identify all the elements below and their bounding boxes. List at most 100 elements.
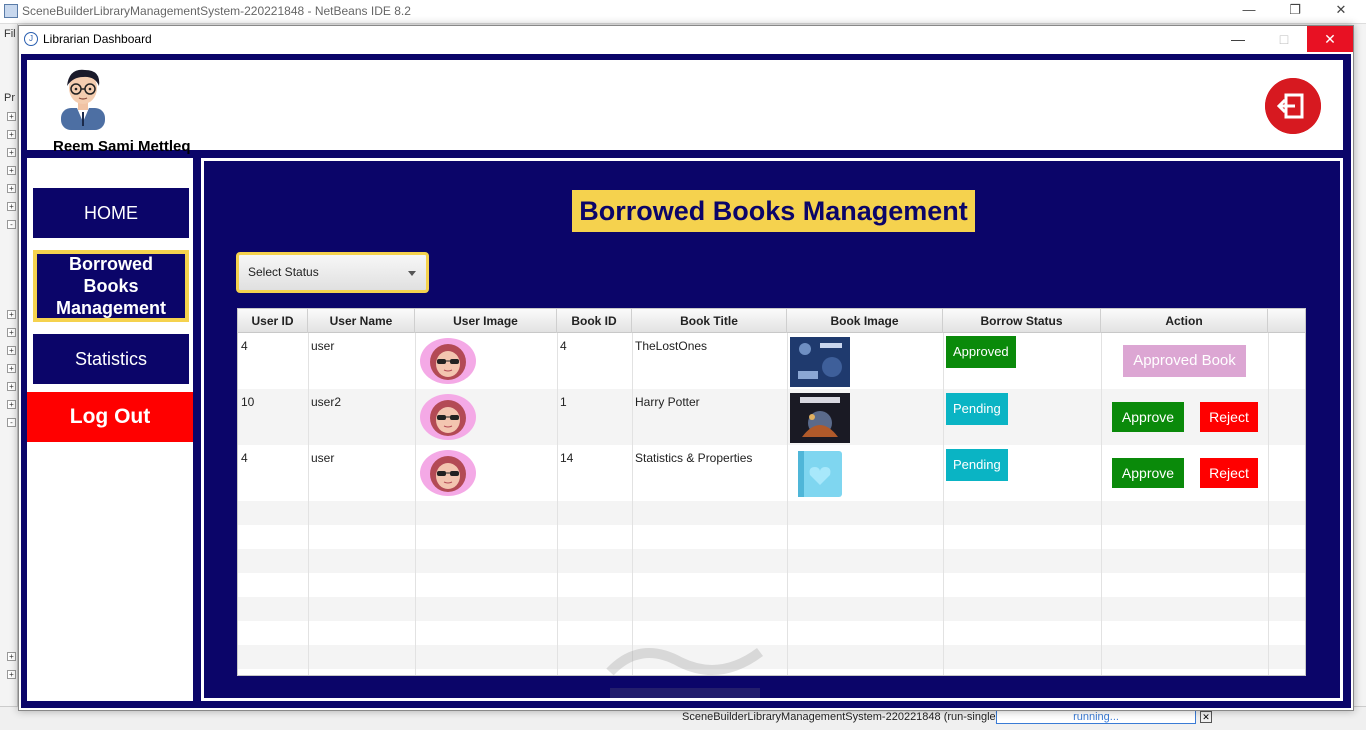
- window-minimize-icon[interactable]: —: [1215, 26, 1261, 52]
- ide-progress-cancel-icon[interactable]: ✕: [1200, 711, 1212, 723]
- ide-progress-bar: running...: [996, 710, 1196, 724]
- nav-statistics-button[interactable]: Statistics: [33, 334, 189, 384]
- ide-projects-tab[interactable]: Pr: [4, 92, 15, 104]
- cell-book-id: 4: [560, 339, 567, 353]
- book-cover-image: [796, 449, 844, 499]
- column-header-user-image[interactable]: User Image: [415, 309, 557, 333]
- tree-expand-icon[interactable]: +: [7, 652, 16, 661]
- empty-row: [238, 549, 1305, 573]
- column-header-book-title[interactable]: Book Title: [632, 309, 787, 333]
- status-badge: Pending: [946, 449, 1008, 481]
- reject-button[interactable]: Reject: [1200, 458, 1258, 488]
- tree-expand-icon[interactable]: +: [7, 130, 16, 139]
- empty-row: [238, 501, 1305, 525]
- tree-expand-icon[interactable]: +: [7, 364, 16, 373]
- page-title: Borrowed Books Management: [572, 190, 975, 232]
- borrowed-books-table: User ID User Name User Image Book ID Boo…: [237, 308, 1306, 676]
- nav-borrowed-books-button[interactable]: Borrowed Books Management: [33, 250, 189, 322]
- column-divider: [415, 333, 416, 675]
- user-name: Reem Sami Mettleq: [53, 138, 191, 155]
- status-select[interactable]: Select Status: [236, 252, 429, 293]
- header-bar: Reem Sami Mettleq: [27, 60, 1343, 155]
- cell-user-id: 4: [241, 451, 248, 465]
- tree-expand-icon[interactable]: +: [7, 400, 16, 409]
- tree-expand-icon[interactable]: +: [7, 328, 16, 337]
- ide-titlebar: SceneBuilderLibraryManagementSystem-2202…: [0, 0, 1366, 24]
- column-header-book-image[interactable]: Book Image: [787, 309, 943, 333]
- column-divider: [943, 333, 944, 675]
- reject-button[interactable]: Reject: [1200, 402, 1258, 432]
- book-cover-image: [790, 337, 850, 387]
- column-header-action[interactable]: Action: [1101, 309, 1268, 333]
- empty-row: [238, 645, 1305, 669]
- status-badge: Approved: [946, 336, 1016, 368]
- table-row[interactable]: 10 user2 1 Harry Potter Pending Approve …: [238, 389, 1305, 445]
- column-divider: [1268, 333, 1269, 675]
- avatar-icon: [61, 69, 105, 130]
- netbeans-icon: [4, 4, 18, 18]
- cell-book-id: 1: [560, 395, 567, 409]
- nav-home-button[interactable]: HOME: [33, 188, 189, 238]
- cell-user-name: user: [311, 339, 335, 353]
- exit-icon[interactable]: [1265, 78, 1321, 134]
- tree-expand-icon[interactable]: +: [7, 310, 16, 319]
- approve-button[interactable]: Approve: [1112, 402, 1184, 432]
- tree-collapse-icon[interactable]: -: [7, 220, 16, 229]
- tree-expand-icon[interactable]: +: [7, 346, 16, 355]
- cell-book-title: Harry Potter: [635, 395, 700, 409]
- user-avatar-image: [420, 394, 476, 440]
- column-header-book-id[interactable]: Book ID: [557, 309, 632, 333]
- approve-button[interactable]: Approve: [1112, 458, 1184, 488]
- main-panel: Borrowed Books Management Select Status …: [201, 158, 1343, 701]
- window-maximize-icon[interactable]: □: [1261, 26, 1307, 52]
- cell-user-name: user2: [311, 395, 342, 409]
- approved-book-button[interactable]: Approved Book: [1123, 345, 1246, 377]
- column-header-borrow-status[interactable]: Borrow Status: [943, 309, 1101, 333]
- tree-expand-icon[interactable]: +: [7, 112, 16, 121]
- tree-expand-icon[interactable]: +: [7, 184, 16, 193]
- column-divider: [1101, 333, 1102, 675]
- window-title: Librarian Dashboard: [43, 32, 152, 46]
- cell-book-title: TheLostOnes: [635, 339, 708, 353]
- book-cover-image: [790, 393, 850, 443]
- table-header: User ID User Name User Image Book ID Boo…: [238, 309, 1305, 333]
- nav-logout-button[interactable]: Log Out: [27, 392, 193, 442]
- chevron-down-icon: [408, 271, 416, 276]
- tree-expand-icon[interactable]: +: [7, 202, 16, 211]
- empty-row: [238, 597, 1305, 621]
- cell-user-id: 4: [241, 339, 248, 353]
- tree-collapse-icon[interactable]: -: [7, 418, 16, 427]
- librarian-dashboard-window: J Librarian Dashboard — □ ✕ Reem Sami Me…: [18, 25, 1354, 711]
- ide-right-panel: [1352, 24, 1366, 706]
- app-frame: Reem Sami Mettleq HOME Borrowed Books Ma…: [21, 54, 1351, 708]
- table-row[interactable]: 4 user 14 Statistics & Properties Pendin…: [238, 445, 1305, 501]
- column-divider: [308, 333, 309, 675]
- watermark-logo: [606, 647, 763, 698]
- tree-expand-icon[interactable]: +: [7, 148, 16, 157]
- table-row[interactable]: 4 user 4 TheLostOnes Approved Approved B…: [238, 333, 1305, 389]
- column-header-user-id[interactable]: User ID: [238, 309, 308, 333]
- ide-run-status: SceneBuilderLibraryManagementSystem-2202…: [682, 711, 1000, 723]
- ide-left-panel: Fil Pr + + + + + + - + + + + + + - + +: [0, 24, 18, 706]
- ide-minimize-icon[interactable]: —: [1234, 2, 1264, 17]
- column-divider: [557, 333, 558, 675]
- ide-maximize-icon[interactable]: ❐: [1280, 2, 1310, 18]
- cell-book-title: Statistics & Properties: [635, 451, 753, 465]
- tree-expand-icon[interactable]: +: [7, 166, 16, 175]
- sidebar: HOME Borrowed Books Management Statistic…: [27, 158, 193, 701]
- tree-expand-icon[interactable]: +: [7, 382, 16, 391]
- status-select-label: Select Status: [248, 265, 319, 279]
- java-app-icon: J: [24, 32, 38, 46]
- status-badge: Pending: [946, 393, 1008, 425]
- ide-menu-file[interactable]: Fil: [4, 28, 16, 40]
- tree-expand-icon[interactable]: +: [7, 670, 16, 679]
- ide-close-icon[interactable]: ✕: [1326, 2, 1356, 18]
- cell-user-id: 10: [241, 395, 255, 409]
- ide-title: SceneBuilderLibraryManagementSystem-2202…: [22, 4, 411, 18]
- column-header-user-name[interactable]: User Name: [308, 309, 415, 333]
- window-titlebar: J Librarian Dashboard — □ ✕: [19, 26, 1353, 52]
- column-divider: [787, 333, 788, 675]
- cell-book-id: 14: [560, 451, 574, 465]
- empty-row: [238, 525, 1305, 549]
- window-close-icon[interactable]: ✕: [1307, 26, 1353, 52]
